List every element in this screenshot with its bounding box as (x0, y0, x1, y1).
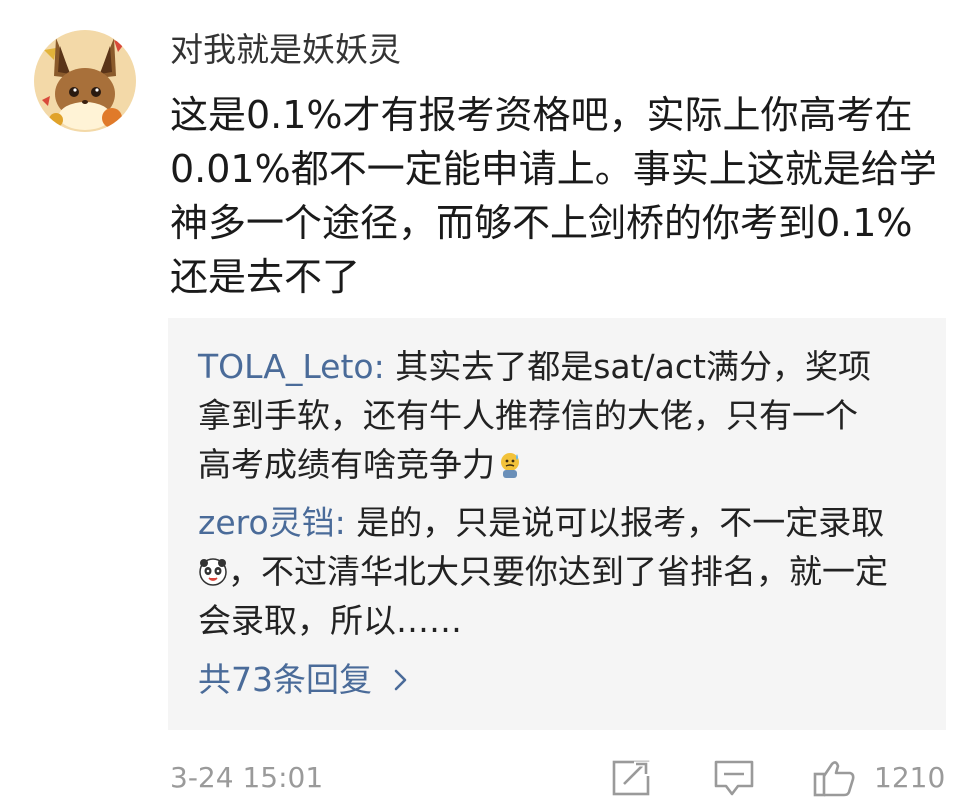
share-button[interactable] (610, 758, 654, 798)
edit-share-icon (612, 760, 651, 796)
panda-face-emoji-icon (198, 551, 228, 586)
user-avatar[interactable] (34, 30, 136, 132)
eevee-avatar-icon (34, 30, 136, 132)
reply-text: 是的，只是说可以报考，不一定录取 (356, 503, 885, 542)
comment-text: 这是0.1%才有报考资格吧，实际上你高考在0.01%都不一定能申请上。事实上这就… (170, 93, 937, 299)
like-button[interactable]: 1210 (812, 758, 962, 798)
more-replies-link[interactable]: 共73条回复 (198, 658, 414, 702)
like-count: 1210 (874, 761, 946, 794)
comment-username[interactable]: 对我就是妖妖灵 (170, 28, 401, 72)
thumbs-up-icon (813, 761, 855, 797)
reply-item[interactable]: TOLA_Leto: 其实去了都是sat/act满分，奖项拿到手软，还有牛人推荐… (198, 342, 888, 489)
replies-panel: TOLA_Leto: 其实去了都是sat/act满分，奖项拿到手软，还有牛人推荐… (168, 318, 946, 730)
reply-item[interactable]: zero灵铛: 是的，只是说可以报考，不一定录取 ，不过清华北大只要你达到了省排名… (198, 498, 888, 645)
reply-separator: : (334, 503, 357, 542)
comment-button[interactable] (712, 758, 756, 798)
comment-card: 对我就是妖妖灵 这是0.1%才有报考资格吧，实际上你高考在0.01%都不一定能申… (0, 0, 979, 807)
comment-icon (714, 760, 754, 796)
more-replies-label: 共73条回复 (198, 660, 372, 699)
chevron-right-icon (386, 661, 414, 691)
reply-separator: : (373, 347, 396, 386)
reply-author[interactable]: zero灵铛 (198, 503, 335, 542)
sweat-face-emoji-icon (495, 444, 525, 478)
comment-timestamp: 3-24 15:01 (170, 761, 324, 794)
reply-author[interactable]: TOLA_Leto (198, 347, 374, 386)
reply-text-continued: ，不过清华北大只要你达到了省排名，就一定会录取，所以…… (198, 552, 888, 640)
